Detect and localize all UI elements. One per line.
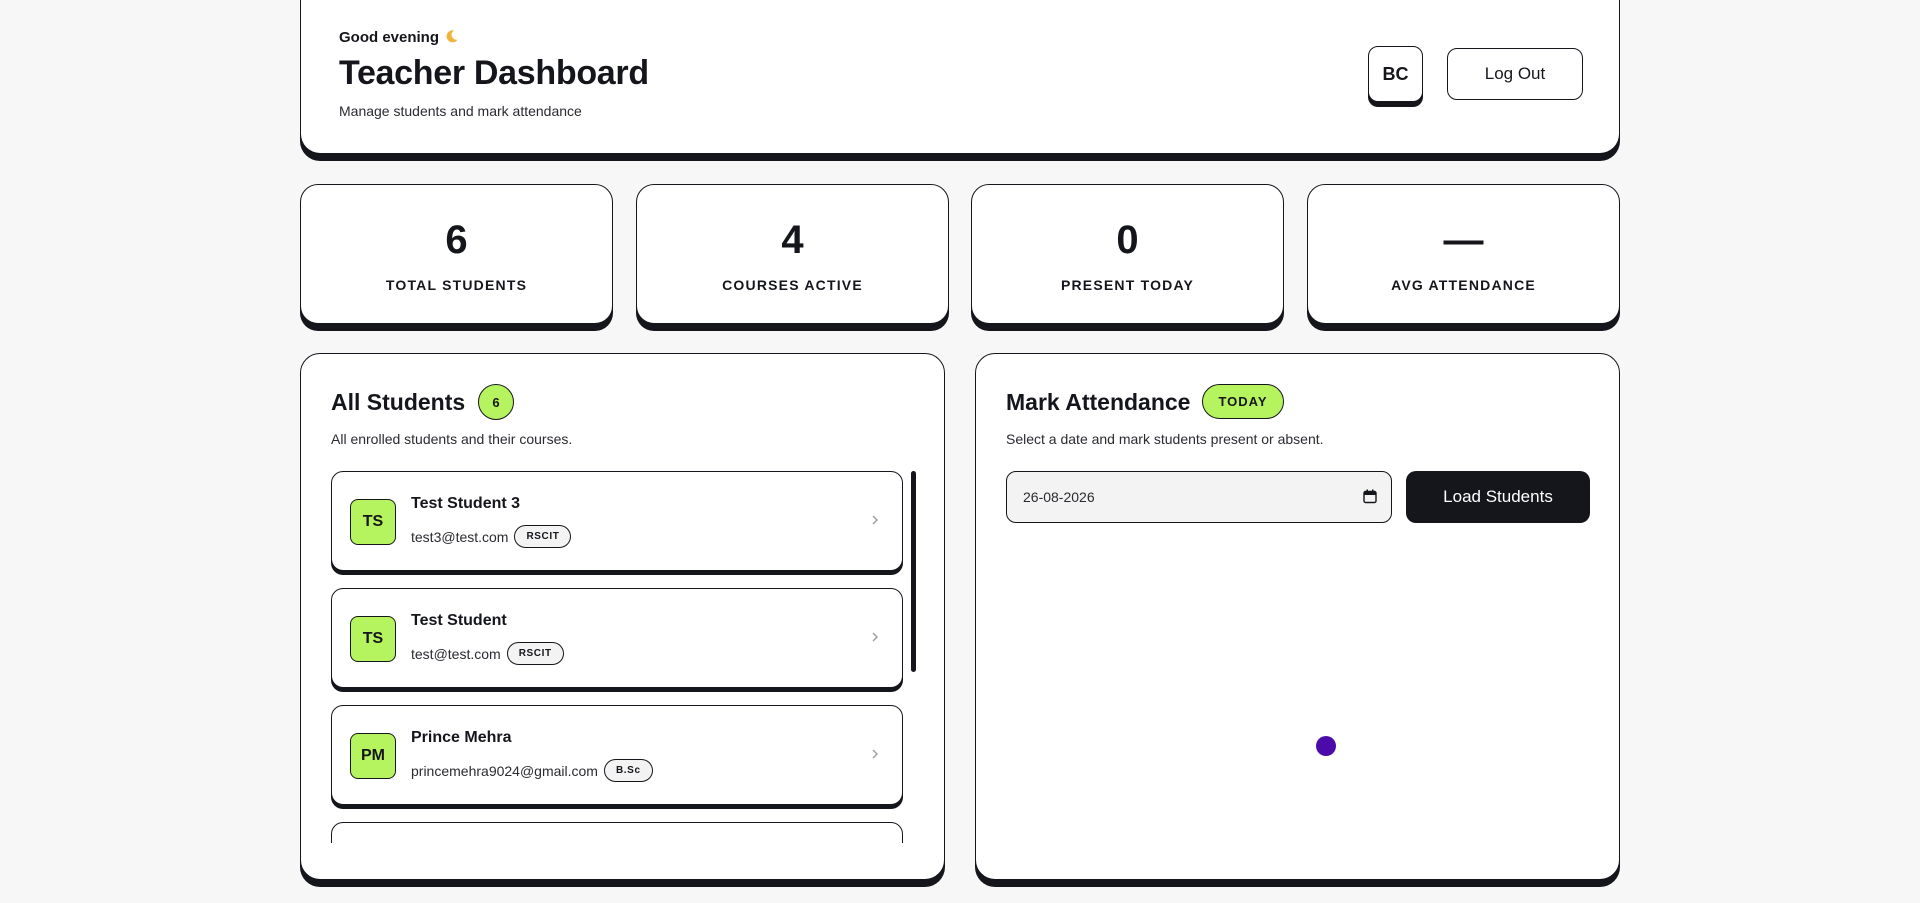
stat-value: 4 — [781, 218, 804, 262]
load-students-button[interactable]: Load Students — [1406, 471, 1590, 523]
students-panel-title: All Students — [331, 389, 466, 415]
student-row[interactable]: PM Prince Mehra princemehra9024@gmail.co… — [331, 705, 903, 805]
chevron-right-icon — [872, 632, 878, 642]
date-value: 26-08-2026 — [1023, 489, 1095, 505]
student-row[interactable]: TS Test Student test@test.com RSCIT — [331, 588, 903, 688]
attendance-panel-title: Mark Attendance — [1006, 389, 1191, 415]
greeting-label: Good evening — [339, 29, 440, 46]
student-initials-avatar: PM — [350, 733, 396, 779]
stat-value: — — [1443, 218, 1484, 262]
stat-label: TOTAL STUDENTS — [385, 277, 528, 293]
stat-label: COURSES ACTIVE — [722, 277, 863, 293]
student-meta: princemehra9024@gmail.com B.Sc — [411, 759, 653, 782]
student-name: Test Student — [411, 612, 507, 629]
course-badge: RSCIT — [506, 642, 564, 665]
student-meta: test@test.com RSCIT — [411, 642, 564, 665]
student-meta: test3@test.com RSCIT — [411, 525, 572, 548]
course-badge: B.Sc — [603, 759, 653, 782]
greeting-text: Good evening — [339, 29, 459, 46]
student-row-partial[interactable] — [331, 822, 903, 843]
attendance-panel-description: Select a date and mark students present … — [1006, 431, 1324, 447]
stat-label: PRESENT TODAY — [1060, 277, 1195, 293]
stat-label: AVG ATTENDANCE — [1391, 277, 1536, 293]
loading-indicator — [1316, 736, 1336, 756]
logout-button[interactable]: Log Out — [1447, 48, 1583, 100]
stat-total-students: 6 TOTAL STUDENTS — [300, 184, 613, 324]
dashboard-header: Good evening Teacher Dashboard Manage st… — [300, 0, 1620, 154]
today-badge: TODAY — [1202, 384, 1284, 419]
student-name: Test Student 3 — [411, 495, 521, 512]
chevron-right-icon — [872, 749, 878, 759]
stat-present-today: 0 PRESENT TODAY — [971, 184, 1284, 324]
student-initials-avatar: TS — [350, 616, 396, 662]
student-initials-avatar: TS — [350, 499, 396, 545]
user-avatar-button[interactable]: BC — [1368, 46, 1423, 102]
stat-value: 0 — [1116, 218, 1139, 262]
page-subtitle: Manage students and mark attendance — [339, 103, 582, 119]
stat-value: 6 — [445, 218, 468, 262]
mark-attendance-panel: Mark Attendance TODAY Select a date and … — [975, 353, 1620, 880]
student-email: princemehra9024@gmail.com — [411, 762, 598, 779]
stat-courses-active: 4 COURSES ACTIVE — [636, 184, 949, 324]
page-title: Teacher Dashboard — [339, 54, 649, 92]
all-students-panel: All Students 6 All enrolled students and… — [300, 353, 945, 880]
attendance-date-input[interactable]: 26-08-2026 — [1006, 471, 1392, 523]
student-email: test3@test.com — [411, 528, 509, 545]
course-badge: RSCIT — [514, 525, 572, 548]
calendar-icon[interactable] — [1363, 489, 1377, 504]
student-list[interactable]: TS Test Student 3 test3@test.com RSCIT T… — [331, 471, 903, 843]
student-email: test@test.com — [411, 645, 501, 662]
student-count-badge: 6 — [478, 384, 514, 420]
students-panel-description: All enrolled students and their courses. — [331, 431, 573, 447]
chevron-right-icon — [872, 515, 878, 525]
moon-icon — [446, 30, 458, 43]
student-row[interactable]: TS Test Student 3 test3@test.com RSCIT — [331, 471, 903, 571]
student-list-scrollbar[interactable] — [911, 471, 916, 672]
student-name: Prince Mehra — [411, 729, 512, 746]
stat-avg-attendance: — AVG ATTENDANCE — [1307, 184, 1620, 324]
